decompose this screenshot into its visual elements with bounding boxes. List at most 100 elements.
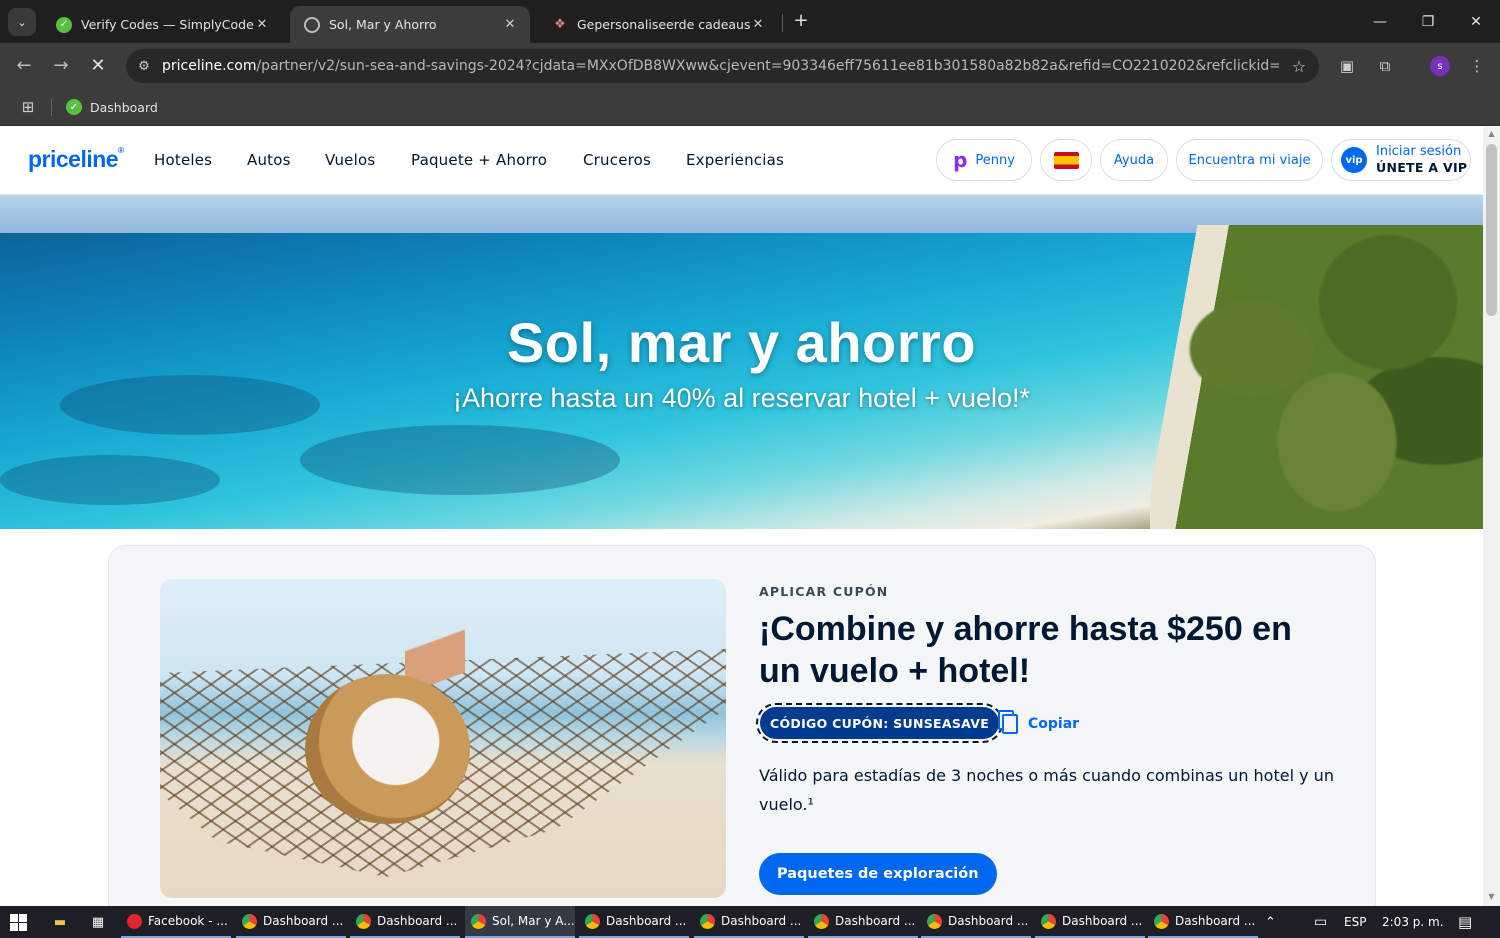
taskbar-app-dashboard[interactable]: Dashboard ... <box>1148 906 1258 938</box>
chrome-icon <box>814 913 829 929</box>
copy-icon <box>1002 714 1018 734</box>
nav-autos[interactable]: Autos <box>247 151 291 169</box>
file-explorer-icon[interactable]: ▬ <box>51 913 69 931</box>
extension-puzzle-square-icon[interactable]: ▣ <box>1334 53 1360 79</box>
profile-avatar[interactable]: s <box>1430 56 1450 76</box>
simplycodes-icon: ✓ <box>56 16 72 33</box>
notifications-icon[interactable]: ▤ <box>1458 906 1472 938</box>
signin-vip-button[interactable]: vip Iniciar sesión ÚNETE A VIP <box>1331 139 1471 181</box>
forward-arrow-icon[interactable]: → <box>47 52 75 80</box>
chrome-icon <box>471 913 486 929</box>
back-arrow-icon[interactable]: ← <box>10 52 38 80</box>
signin-label: Iniciar sesión <box>1376 144 1462 159</box>
promo-title: ¡Combine y ahorre hasta $250 en un vuelo… <box>759 610 1292 690</box>
bookmarks-bar: ⊞ ✓ Dashboard <box>0 89 1500 126</box>
taskbar-app-label: Sol, Mar y A... <box>492 914 575 928</box>
opera-icon <box>127 913 142 929</box>
nav-experiencias[interactable]: Experiencias <box>686 151 784 169</box>
site-settings-icon[interactable]: ⚙ <box>126 59 162 74</box>
tab-title: Sol, Mar y Ahorro <box>329 17 437 32</box>
scroll-up-arrow-icon[interactable]: ▲ <box>1483 129 1500 141</box>
taskbar-app-dashboard[interactable]: Dashboard ... <box>694 906 804 938</box>
taskbar-app-label: Dashboard ... <box>835 914 916 928</box>
nav-paquete-ahorro[interactable]: Paquete + Ahorro <box>411 151 547 169</box>
restore-icon[interactable]: ❐ <box>1404 0 1452 43</box>
hero-subtitle: ¡Ahorre hasta un 40% al reservar hotel +… <box>452 383 1031 413</box>
chrome-icon <box>927 913 942 929</box>
nav-hoteles[interactable]: Hoteles <box>154 151 212 169</box>
nav-vuelos[interactable]: Vuelos <box>325 151 375 169</box>
menu-kebab-icon[interactable]: ⋮ <box>1464 53 1490 79</box>
chrome-icon <box>356 913 371 929</box>
windows-taskbar: ▬ ▦ Facebook - ... Dashboard ... Dashboa… <box>0 906 1500 938</box>
spain-flag-icon <box>1053 151 1079 169</box>
chrome-icon <box>700 913 715 929</box>
taskbar-app-sol-mar[interactable]: Sol, Mar y A... <box>465 906 575 938</box>
join-vip-label: ÚNETE A VIP <box>1376 160 1468 175</box>
taskbar-app-dashboard[interactable]: Dashboard ... <box>350 906 460 938</box>
taskbar-app-dashboard[interactable]: Dashboard ... <box>921 906 1031 938</box>
hero-title: Sol, mar y ahorro <box>506 311 977 374</box>
language-button[interactable] <box>1040 139 1092 181</box>
language-indicator[interactable]: ESP <box>1344 906 1366 938</box>
stop-loading-icon[interactable]: ✕ <box>84 52 112 80</box>
taskbar-app-label: Facebook - ... <box>148 914 228 928</box>
bookmark-star-icon[interactable]: ☆ <box>1279 57 1319 76</box>
close-tab-icon[interactable]: ✕ <box>750 17 766 32</box>
coupon-promo-card: APLICAR CUPÓN ¡Combine y ahorre hasta $2… <box>108 545 1376 906</box>
close-tab-icon[interactable]: ✕ <box>254 17 270 32</box>
taskbar-app-facebook[interactable]: Facebook - ... <box>121 906 231 938</box>
address-bar[interactable]: ⚙ priceline.com/partner/v2/sun-sea-and-s… <box>126 49 1319 83</box>
apps-grid-icon[interactable]: ⊞ <box>18 97 38 117</box>
penny-button[interactable]: p Penny <box>936 139 1032 181</box>
close-window-icon[interactable]: ✕ <box>1452 0 1500 43</box>
taskbar-app-dashboard[interactable]: Dashboard ... <box>236 906 346 938</box>
site-header: priceline® Hoteles Autos Vuelos Paquete … <box>0 127 1483 195</box>
priceline-logo[interactable]: priceline® <box>28 146 124 173</box>
tab-sol-mar-ahorro[interactable]: Sol, Mar y Ahorro ✕ <box>290 6 530 43</box>
dashboard-favicon-icon: ✓ <box>66 99 82 115</box>
tab-simplycodes[interactable]: ✓ Verify Codes — SimplyCodes ✕ <box>42 6 282 43</box>
hero-palm-trees <box>1150 225 1483 529</box>
taskbar-app-label: Dashboard ... <box>606 914 687 928</box>
scroll-down-arrow-icon[interactable]: ▼ <box>1483 892 1500 904</box>
help-button[interactable]: Ayuda <box>1100 139 1168 181</box>
taskbar-app-label: Dashboard ... <box>948 914 1029 928</box>
clock[interactable]: 2:03 p. m. <box>1382 906 1444 938</box>
network-icon[interactable]: ▭ <box>1314 906 1327 938</box>
close-tab-icon[interactable]: ✕ <box>502 17 518 32</box>
tab-search-chevron-icon[interactable]: ⌄ <box>8 8 36 36</box>
tray-chevron-up-icon[interactable]: ⌃ <box>1265 906 1276 938</box>
chrome-icon <box>1041 913 1056 929</box>
bookmark-separator <box>51 99 52 116</box>
nav-cruceros[interactable]: Cruceros <box>583 151 651 169</box>
browser-tab-bar: ⌄ ✓ Verify Codes — SimplyCodes ✕ Sol, Ma… <box>0 0 1500 43</box>
taskbar-app-label: Dashboard ... <box>1062 914 1143 928</box>
find-trip-button[interactable]: Encuentra mi viaje <box>1176 139 1323 181</box>
store-icon[interactable]: ▦ <box>89 913 107 931</box>
taskbar-app-dashboard[interactable]: Dashboard ... <box>1035 906 1145 938</box>
hero-reef <box>0 455 220 505</box>
coupon-code-badge: CÓDIGO CUPÓN: SUNSEASAVE <box>755 703 1004 743</box>
tab-title: Verify Codes — SimplyCodes <box>81 17 254 32</box>
bookmark-label: Dashboard <box>90 99 158 115</box>
new-tab-plus-icon[interactable]: + <box>790 10 812 32</box>
taskbar-app-dashboard[interactable]: Dashboard ... <box>808 906 918 938</box>
page-scrollbar[interactable]: ▲ ▼ <box>1483 127 1500 906</box>
copy-coupon-button[interactable]: Copiar <box>1002 710 1079 738</box>
chrome-icon <box>585 913 600 929</box>
bookmark-dashboard[interactable]: ✓ Dashboard <box>66 96 158 118</box>
scroll-thumb[interactable] <box>1486 144 1497 316</box>
tab-title: Gepersonaliseerde cadeaus met <box>577 17 750 32</box>
sun-hat-shape <box>305 674 470 824</box>
tab-separator <box>782 14 783 32</box>
minimize-icon[interactable]: — <box>1356 0 1404 43</box>
tab-gepersonaliseerde[interactable]: ❖ Gepersonaliseerde cadeaus met ✕ <box>538 6 778 43</box>
taskbar-app-dashboard[interactable]: Dashboard ... <box>579 906 689 938</box>
registered-mark: ® <box>118 146 124 155</box>
hero-banner: Sol, mar y ahorro ¡Ahorre hasta un 40% a… <box>0 195 1483 529</box>
windows-start-icon[interactable] <box>10 914 27 931</box>
hammock-beach-image <box>160 579 726 898</box>
extensions-icon[interactable]: ⧉ <box>1372 53 1398 79</box>
explore-packages-button[interactable]: Paquetes de exploración <box>759 853 997 895</box>
